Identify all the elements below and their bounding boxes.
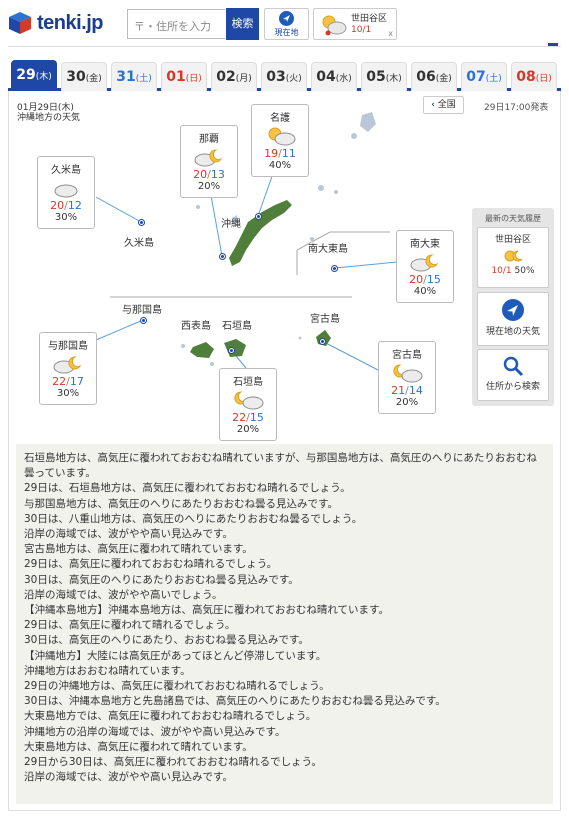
precip-probability: 30% [54,212,78,223]
city-name: 石垣島 [233,377,263,388]
precip-probability: 40% [413,286,437,297]
history-item-setagaya[interactable]: 世田谷区 10/1 50% [477,227,549,288]
map-label-iriomote: 西表島 [181,321,211,332]
city-name: 久米島 [51,165,81,176]
cloudy-then-clear-icon [51,353,85,375]
description-line: 沖縄地方はおおむね晴れています。 [24,664,191,677]
sidebar-title: 最新の天気履歴 [485,214,541,223]
search-icon [503,356,524,377]
city-card-5[interactable]: 石垣島 22/15 20% [219,368,277,441]
map-label-okinawa: 沖縄 [221,219,241,230]
description-line: 沿岸の海域では、波がやや高い見込みです。 [24,528,233,541]
high-temp: 20 [409,273,424,286]
high-temp: 22 [52,375,67,388]
city-name: 南大東 [410,239,440,250]
sun-then-cloudy-icon [263,125,297,147]
current-weather-button[interactable]: 現在地の天気 [477,292,549,346]
city-card-6[interactable]: 宮古島 21/14 20% [378,341,436,414]
map-point-yonaguni [141,318,146,323]
description-line: 29日は、高気圧に覆われて晴れるでしょう。 [24,619,236,632]
cloudy-then-clear-icon [408,251,442,273]
precip-probability: 40% [268,160,292,171]
city-name: 与那国島 [48,341,88,352]
low-temp: 12 [67,199,82,212]
description-line: 沿岸の海域では、波がやや高いでしょう。 [24,588,223,601]
city-card-3[interactable]: 南大東 20/15 40% [396,230,454,303]
high-temp: 21 [391,384,406,397]
land-areas [190,200,331,358]
map-label-kumejima: 久米島 [124,238,154,249]
description-line: 【沖縄本島地方】沖縄本島地方は、高気圧に覆われておおむね晴れています。 [24,604,389,617]
map-label-yonaguni: 与那国島 [122,305,162,316]
description-line: 大東島地方では、高気圧に覆われておおむね晴れるでしょう。 [24,710,317,723]
weather-history-sidebar: 最新の天気履歴 世田谷区 10/1 50% 現在地の天気 住所から検索 [472,208,554,406]
map-label-miyako: 宮古島 [310,314,340,325]
low-temp: 17 [69,375,84,388]
city-card-1[interactable]: 那覇 20/13 20% [180,125,238,198]
city-card-0[interactable]: 久米島 20/12 30% [37,156,95,229]
low-temp: 15 [249,411,264,424]
map-point-miyako [320,339,325,344]
city-card-4[interactable]: 与那国島 22/17 30% [39,332,97,405]
description-line: 29日の沖縄地方は、高気圧に覆われておおむね晴れるでしょう。 [24,680,330,693]
low-temp: 14 [408,384,423,397]
description-line: 30日は、高気圧のへりにあたり、おおむね曇る見込みです。 [24,634,309,647]
description-line: 石垣島地方は、高気圧に覆われておおむね晴れていますが、与那国島地方は、高気圧のへ… [24,452,537,480]
cloudy-icon [49,177,83,199]
address-search-label: 住所から検索 [485,382,540,392]
city-name: 名護 [270,113,290,124]
map-point-ishigaki [229,348,234,353]
address-search-button[interactable]: 住所から検索 [477,349,549,401]
description-line: 29日は、高気圧に覆われておおむね晴れるでしょう。 [24,558,278,571]
description-line: 29日は、石垣島地方は、高気圧に覆われておおむね晴れるでしょう。 [24,482,351,495]
description-line: 沿岸の海域では、波がやや高い見込みです。 [24,771,233,784]
high-temp: 20 [50,199,65,212]
sun-moon-icon [504,250,523,262]
cloudy-then-clear-icon [192,146,226,168]
precip-probability: 20% [197,181,221,192]
high-temp: 19 [264,147,279,160]
map-point-nago [256,214,261,219]
description-line: 【沖縄地方】大陸には高気圧があってほとんど停滞しています。 [24,649,327,662]
forecast-description: 石垣島地方は、高気圧に覆われておおむね晴れていますが、与那国島地方は、高気圧のへ… [16,444,553,804]
high-temp: 20 [193,168,208,181]
city-name: 宮古島 [392,350,422,361]
history-item-temp: 10/1 [491,266,512,276]
map-label-ishigaki: 石垣島 [222,321,252,332]
precip-probability: 20% [395,397,419,408]
description-line: 与那国島地方は、高気圧のへりにあたりおおむね曇る見込みです。 [24,497,338,510]
low-temp: 15 [426,273,441,286]
current-weather-label: 現在地の天気 [485,327,540,337]
high-temp: 22 [232,411,247,424]
history-item-pop: 50% [514,266,535,276]
clear-then-cloudy-icon [231,389,265,411]
map-point-minamidaito [332,266,337,271]
city-card-2[interactable]: 名護 19/11 40% [251,104,309,177]
description-line: 沖縄地方の沿岸の海域では、波がやや高い見込みです。 [24,725,286,738]
map-point-naha [220,254,225,259]
history-item-name: 世田谷区 [494,235,531,245]
low-temp: 13 [210,168,225,181]
description-line: 30日は、高気圧のへりにあたりおおむね曇る見込みです。 [24,573,299,586]
city-name: 那覇 [199,134,219,145]
description-line: 29日から30日は、高気圧に覆われておおむね晴れるでしょう。 [24,756,322,769]
description-line: 宮古島地方は、高気圧に覆われて晴れています。 [24,543,253,556]
location-arrow-icon [502,299,524,321]
precip-probability: 30% [56,388,80,399]
description-line: 30日は、八重山地方は、高気圧のへりにあたりおおむね曇るでしょう。 [24,512,363,525]
map-point-kumejima [139,220,144,225]
map-label-minamidaito: 南大東島 [308,244,348,255]
clear-then-cloudy-icon [390,362,424,384]
description-line: 大東島地方は、高気圧に覆われて晴れています。 [24,740,253,753]
low-temp: 11 [281,147,296,160]
description-line: 30日は、沖縄本島地方と先島諸島では、高気圧のへりにあたりおおむね曇る見込みです… [24,695,446,708]
precip-probability: 20% [236,424,260,435]
